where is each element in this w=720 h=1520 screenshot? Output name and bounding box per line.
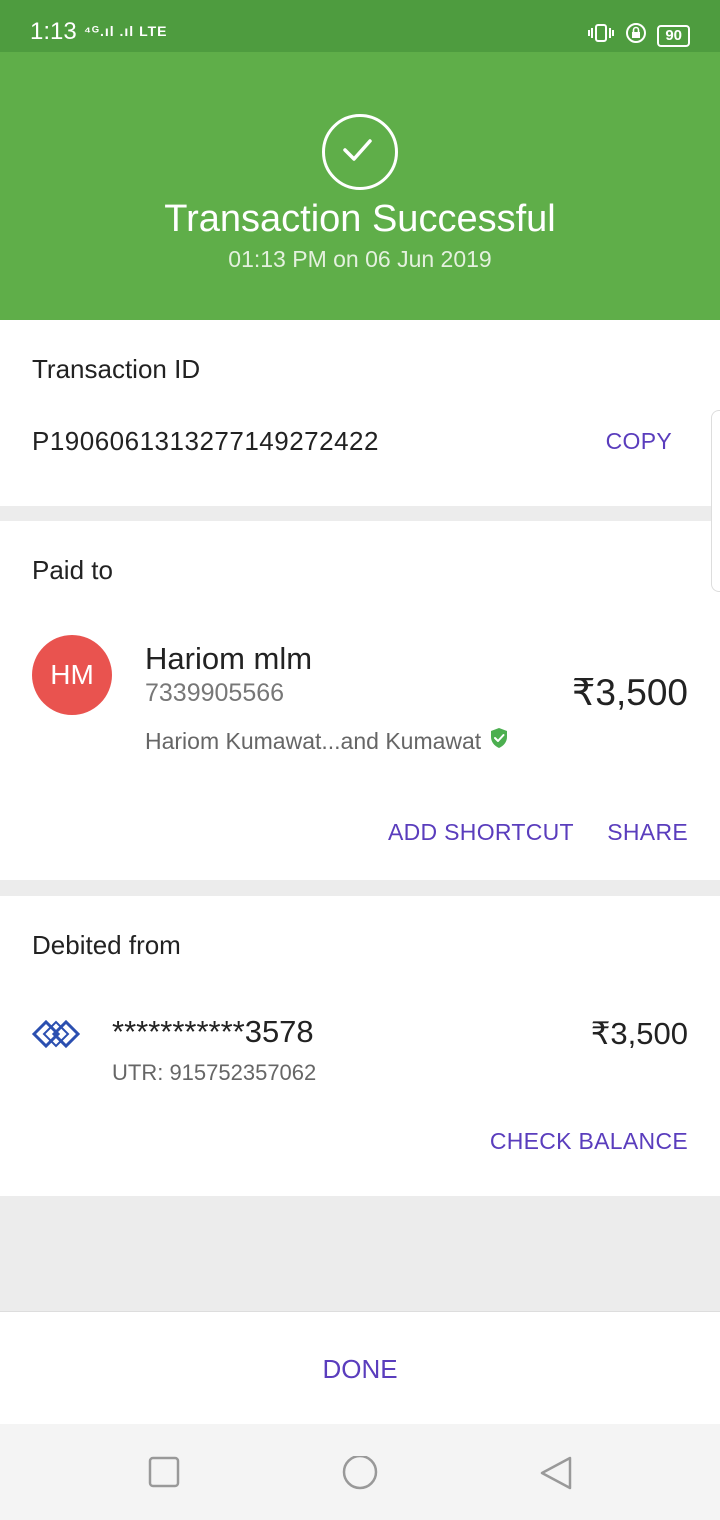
payee-bank-name-row: Hariom Kumawat...and Kumawat	[145, 727, 509, 755]
page-title: Transaction Successful	[164, 198, 556, 240]
network-indicator: ⁴ᴳ.ıl .ıl LTE	[84, 23, 168, 39]
bank-logo-icon	[31, 1014, 81, 1059]
share-button[interactable]: SHARE	[607, 819, 688, 846]
verified-shield-icon	[489, 727, 509, 755]
payee-phone: 7339905566	[145, 679, 285, 707]
transaction-id-card: Transaction ID P1906061313277149272422 C…	[0, 320, 720, 506]
account-number-masked: ***********3578	[112, 1014, 314, 1049]
scroll-indicator[interactable]	[711, 410, 720, 592]
status-icons: 90	[587, 22, 690, 49]
payee-name: Hariom mlm	[145, 641, 313, 676]
debited-from-card: Debited from ***********3578 UTR: 915752…	[0, 896, 720, 1196]
status-bar: 1:13 ⁴ᴳ.ıl .ıl LTE 90	[0, 0, 720, 52]
transaction-id-value: P1906061313277149272422	[32, 426, 379, 456]
add-shortcut-button[interactable]: ADD SHORTCUT	[388, 819, 574, 846]
done-button[interactable]: DONE	[0, 1354, 720, 1385]
status-time: 1:13	[30, 18, 77, 45]
avatar: HM	[32, 635, 112, 715]
transaction-id-label: Transaction ID	[32, 354, 201, 384]
check-circle-icon	[322, 114, 398, 190]
copy-button[interactable]: COPY	[606, 428, 672, 455]
paid-to-label: Paid to	[32, 555, 113, 585]
vibrate-icon	[587, 22, 615, 49]
recents-icon[interactable]	[148, 1456, 180, 1493]
paid-to-card: Paid to HM Hariom mlm 7339905566 Hariom …	[0, 521, 720, 880]
paid-amount: ₹3,500	[571, 672, 688, 713]
debited-from-label: Debited from	[32, 930, 181, 960]
back-icon[interactable]	[538, 1456, 574, 1497]
home-icon[interactable]	[341, 1454, 379, 1499]
success-header: Transaction Successful 01:13 PM on 06 Ju…	[0, 52, 720, 320]
footer: DONE	[0, 1311, 720, 1424]
payee-bank-name: Hariom Kumawat...and Kumawat	[145, 727, 482, 754]
transaction-timestamp: 01:13 PM on 06 Jun 2019	[228, 246, 492, 272]
check-balance-button[interactable]: CHECK BALANCE	[490, 1128, 688, 1155]
debited-amount: ₹3,500	[590, 1016, 688, 1051]
utr-number: UTR: 915752357062	[112, 1060, 317, 1085]
rotation-lock-icon	[625, 22, 647, 49]
system-navigation-bar	[0, 1424, 720, 1520]
battery-icon: 90	[657, 24, 690, 47]
